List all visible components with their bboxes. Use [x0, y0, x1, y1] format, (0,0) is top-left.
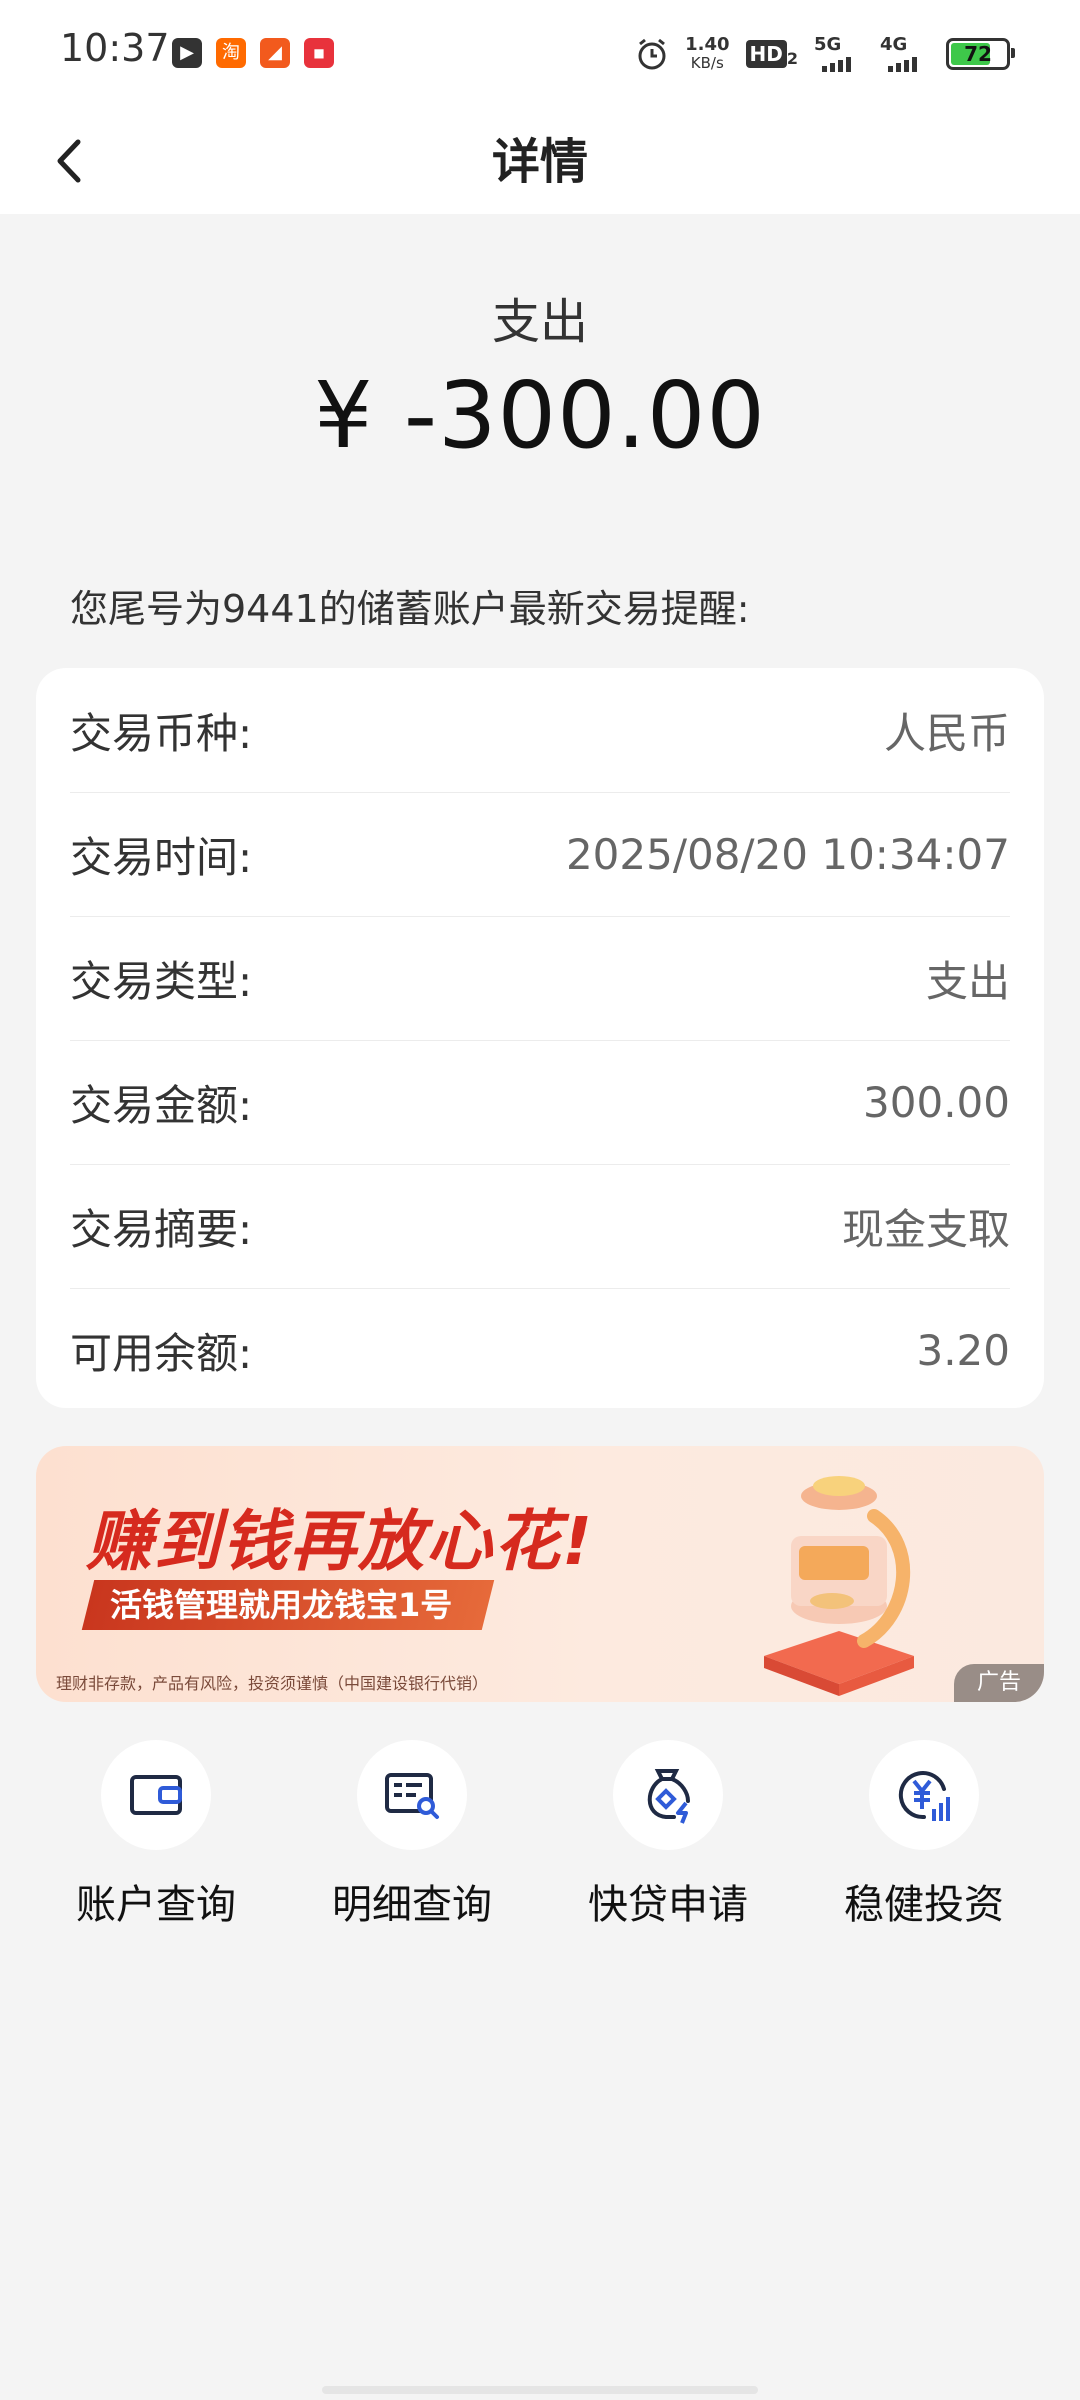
ad-headline: 赚到钱再放心花!	[86, 1503, 595, 1580]
yuan-chart-icon	[869, 1740, 979, 1850]
ad-subline: 活钱管理就用龙钱宝1号	[81, 1580, 495, 1630]
signal-4g-icon: 4G	[880, 34, 930, 74]
video-app-icon: ▶	[172, 38, 202, 68]
transaction-amount: ¥ -300.00	[314, 362, 766, 469]
detail-label: 可用余额:	[70, 1328, 253, 1378]
status-right-group: 1.40 KB/s HD 2 5G 4G 72	[635, 30, 1015, 78]
transaction-detail-card: 交易币种: 人民币 交易时间: 2025/08/20 10:34:07 交易类型…	[36, 668, 1044, 1408]
quick-actions: 账户查询 明细查询 快贷申请 稳健投资	[0, 1738, 1080, 1938]
detail-value: 3.20	[916, 1325, 1010, 1375]
detail-label: 交易币种:	[70, 708, 253, 758]
detail-value: 人民币	[883, 708, 1010, 758]
statement-search-icon	[357, 1740, 467, 1850]
detail-row-summary: 交易摘要: 现金支取	[70, 1164, 1010, 1289]
nav-bar: 详情	[0, 108, 1080, 214]
feishu-app-icon: ◢	[260, 38, 290, 68]
quick-action-label: 稳健投资	[844, 1882, 1004, 1928]
detail-label: 交易金额:	[70, 1080, 253, 1130]
detail-label: 交易摘要:	[70, 1204, 253, 1254]
detail-label: 交易时间:	[70, 832, 253, 882]
detail-row-balance: 可用余额: 3.20	[70, 1288, 1010, 1412]
transaction-type-heading: 支出	[491, 294, 588, 350]
detail-row-amount: 交易金额: 300.00	[70, 1040, 1010, 1165]
ad-tag: 广告	[954, 1664, 1044, 1702]
hd-indicator: HD 2	[745, 40, 798, 68]
quick-action-label: 账户查询	[76, 1882, 236, 1928]
detail-row-type: 交易类型: 支出	[70, 916, 1010, 1041]
detail-row-currency: 交易币种: 人民币	[70, 668, 1010, 793]
status-time: 10:37	[60, 26, 170, 70]
account-notice: 您尾号为9441的储蓄账户最新交易提醒:	[70, 587, 750, 631]
hd-badge: HD	[745, 40, 787, 68]
signal-5g-icon: 5G	[814, 34, 864, 74]
transaction-detail-page: 10:37 ▶ 淘 ◢ ■ 1.40 KB/s HD 2 5G 4G 72 详情…	[0, 0, 1080, 2400]
loan-bag-icon	[613, 1740, 723, 1850]
detail-value: 支出	[925, 956, 1010, 1006]
coin-stack-illustration-icon	[764, 1476, 914, 1696]
news-app-icon: ■	[304, 38, 334, 68]
quick-action-statement-query[interactable]: 明细查询	[284, 1738, 540, 1938]
alarm-icon	[638, 38, 666, 70]
battery-icon: 72	[946, 38, 1015, 70]
detail-value: 2025/08/20 10:34:07	[565, 829, 1010, 879]
hd-sub: 2	[786, 49, 798, 68]
network-speed: 1.40 KB/s	[685, 34, 730, 73]
quick-action-label: 明细查询	[332, 1882, 492, 1928]
quick-action-quick-loan[interactable]: 快贷申请	[540, 1738, 796, 1938]
detail-label: 交易类型:	[70, 956, 253, 1006]
quick-action-label: 快贷申请	[588, 1882, 748, 1928]
wallet-icon	[101, 1740, 211, 1850]
status-bar: 10:37 ▶ 淘 ◢ ■ 1.40 KB/s HD 2 5G 4G 72	[0, 0, 1080, 108]
ad-disclaimer: 理财非存款，产品有风险，投资须谨慎（中国建设银行代销）	[56, 1674, 489, 1693]
battery-level: 72	[964, 42, 992, 66]
home-indicator[interactable]	[322, 2386, 758, 2394]
detail-value: 300.00	[863, 1077, 1010, 1127]
detail-value: 现金支取	[841, 1204, 1010, 1254]
quick-action-account-query[interactable]: 账户查询	[28, 1738, 284, 1938]
taobao-app-icon: 淘	[216, 38, 246, 68]
page-title: 详情	[491, 134, 588, 190]
detail-row-time: 交易时间: 2025/08/20 10:34:07	[70, 792, 1010, 917]
ad-banner[interactable]: 赚到钱再放心花! 活钱管理就用龙钱宝1号 理财非存款，产品有风险，投资须谨慎（中…	[36, 1446, 1044, 1702]
quick-action-steady-investment[interactable]: 稳健投资	[796, 1738, 1052, 1938]
